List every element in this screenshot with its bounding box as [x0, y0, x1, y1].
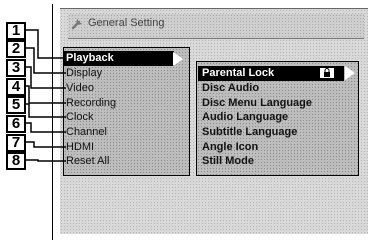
- callout-leaders: [26, 29, 66, 162]
